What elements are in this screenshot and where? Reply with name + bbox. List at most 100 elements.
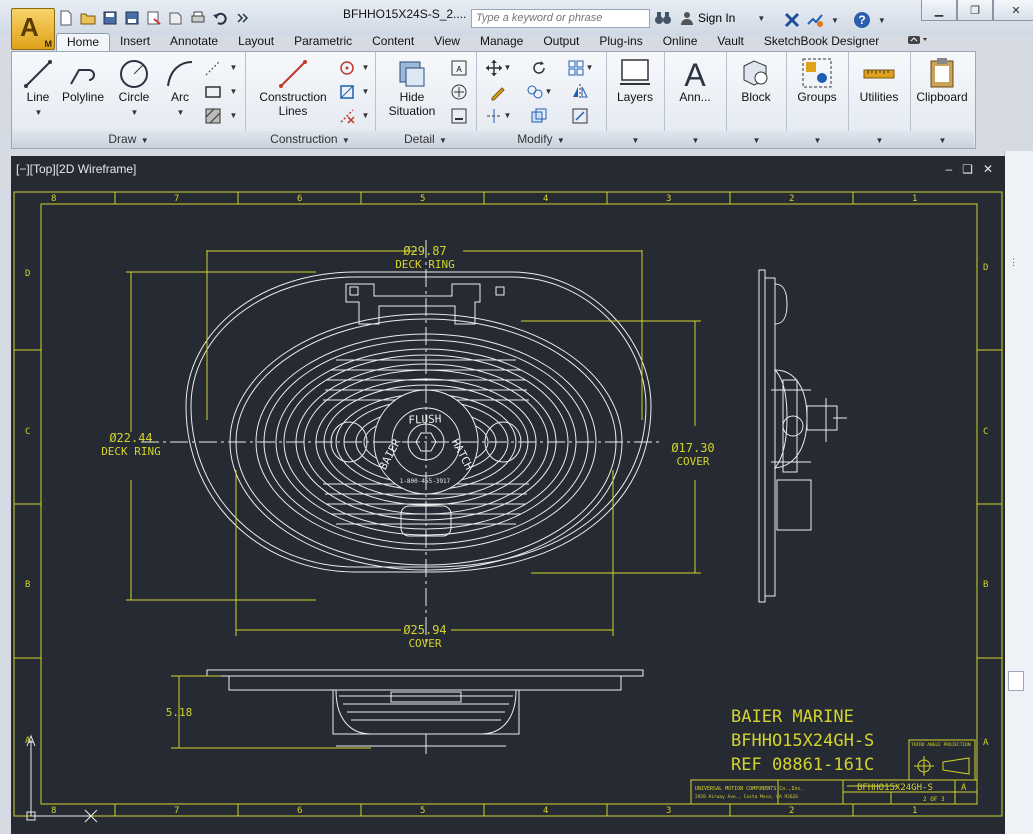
close-window-button[interactable]: ✕ <box>993 0 1033 21</box>
trim-icon[interactable]: ▼ <box>478 104 518 127</box>
copy-icon[interactable]: ▼ <box>519 80 559 103</box>
minimize-window-button[interactable]: ▁ <box>921 0 957 21</box>
line-tool-button[interactable]: Line ▼ <box>18 58 58 118</box>
viewport-controls-label[interactable]: [−][Top][2D Wireframe] <box>16 162 136 176</box>
move-icon[interactable]: ▼ <box>478 56 518 79</box>
publish-icon[interactable] <box>166 8 186 28</box>
tab-plug-ins[interactable]: Plug-ins <box>589 33 652 51</box>
rotate-icon[interactable] <box>519 56 559 79</box>
line-dropdown-icon[interactable]: ▼ <box>35 108 43 117</box>
detail-view-icon[interactable] <box>447 104 471 127</box>
annotation-button[interactable]: A Ann... <box>669 56 721 104</box>
arc-dropdown-icon[interactable]: ▼ <box>177 108 185 117</box>
circle-tool-button[interactable]: Circle ▼ <box>112 58 156 118</box>
groups-button[interactable]: Groups <box>791 56 843 104</box>
clipboard-panel-footer[interactable]: ▼ <box>910 131 974 148</box>
restore-window-button[interactable]: ❐ <box>957 0 993 21</box>
construction-panel-footer[interactable]: Construction ▼ <box>245 131 375 148</box>
erase-construction-icon[interactable] <box>335 104 359 127</box>
tab-home[interactable]: Home <box>56 33 111 52</box>
ribbon-minimize-toggle[interactable] <box>908 35 928 48</box>
application-menu-button[interactable]: A M <box>11 8 55 50</box>
viewport-close-button[interactable]: ✕ <box>983 162 993 176</box>
save-as-icon[interactable] <box>122 8 142 28</box>
construction-lines-button[interactable]: Construction Lines <box>255 58 331 118</box>
drawing-viewport[interactable]: [−][Top][2D Wireframe] – ❏ ✕ 8 7 6 5 4 3… <box>11 156 1005 834</box>
layers-panel-footer[interactable]: ▼ <box>606 131 664 148</box>
viewport-minimize-button[interactable]: – <box>945 162 952 176</box>
tab-content[interactable]: Content <box>362 33 424 51</box>
sign-in-dropdown-icon[interactable]: ▼ <box>757 14 765 23</box>
save-icon[interactable] <box>100 8 120 28</box>
viewport-restore-button[interactable]: ❏ <box>962 162 973 176</box>
app-logo-letter: A <box>20 12 39 42</box>
annotation-panel-footer[interactable]: ▼ <box>664 131 726 148</box>
copy-objects-icon[interactable] <box>519 104 559 127</box>
layers-button[interactable]: Layers <box>611 56 659 104</box>
binoculars-icon[interactable] <box>654 11 672 28</box>
center-mark-icon[interactable] <box>335 56 359 79</box>
construction-small-tools: ▼ ▼ ▼ <box>335 56 370 127</box>
rectangle-icon[interactable] <box>200 80 226 103</box>
tab-online[interactable]: Online <box>653 33 708 51</box>
centerline-dropdown-icon[interactable]: ▼ <box>361 80 370 103</box>
drawing-canvas[interactable]: 8 7 6 5 4 3 2 1 8 7 6 5 4 3 2 1 D C B A … <box>11 180 1005 834</box>
clipboard-panel: Clipboard ▼ <box>910 52 974 148</box>
utilities-button[interactable]: Utilities <box>853 56 905 104</box>
hatch-dropdown-icon[interactable]: ▼ <box>228 104 239 127</box>
block-panel-footer[interactable]: ▼ <box>726 131 786 148</box>
sign-in-button[interactable]: Sign In ▼ <box>680 11 765 25</box>
detail-panel-footer[interactable]: Detail ▼ <box>375 131 476 148</box>
hide-situation-label-2: Situation <box>388 104 436 118</box>
tab-insert[interactable]: Insert <box>110 33 160 51</box>
title-line-2: BFHHO15X24GH-S <box>731 731 874 751</box>
clipboard-button[interactable]: Clipboard <box>913 56 971 104</box>
erase-construction-dropdown-icon[interactable]: ▼ <box>361 104 370 127</box>
draw-panel-footer[interactable]: Draw ▼ <box>12 131 245 148</box>
tab-manage[interactable]: Manage <box>470 33 533 51</box>
centerline-icon[interactable] <box>335 80 359 103</box>
tab-vault[interactable]: Vault <box>707 33 753 51</box>
utilities-panel-footer[interactable]: ▼ <box>848 131 910 148</box>
circle-dropdown-icon[interactable]: ▼ <box>131 108 139 117</box>
search-box[interactable] <box>471 9 650 28</box>
tab-sketchbook-designer[interactable]: SketchBook Designer <box>754 33 889 51</box>
tab-annotate[interactable]: Annotate <box>160 33 228 51</box>
arc-tool-button[interactable]: Arc ▼ <box>160 58 200 118</box>
connect-dropdown-icon[interactable]: ▼ <box>831 16 839 25</box>
polyline-tool-button[interactable]: Polyline <box>60 58 106 104</box>
edit-icon[interactable] <box>478 80 518 103</box>
zone-bottom-4: 4 <box>543 806 548 816</box>
structure-icon[interactable] <box>447 80 471 103</box>
scroll-arrow-icon[interactable]: ⋮ <box>1009 257 1029 271</box>
undo-icon[interactable] <box>210 8 230 28</box>
modify-panel-footer[interactable]: Modify ▼ <box>476 131 606 148</box>
web-mobile-icon[interactable] <box>144 8 164 28</box>
construction-line-icon[interactable] <box>200 56 226 79</box>
tab-view[interactable]: View <box>424 33 470 51</box>
help-dropdown-icon[interactable]: ▼ <box>878 16 886 25</box>
tab-output[interactable]: Output <box>533 33 589 51</box>
hatch-icon[interactable] <box>200 104 226 127</box>
search-input[interactable] <box>472 10 650 26</box>
vertical-scrollbar-thumb[interactable] <box>1008 671 1024 691</box>
center-mark-dropdown-icon[interactable]: ▼ <box>361 56 370 79</box>
plot-icon[interactable] <box>188 8 208 28</box>
construction-line-dropdown-icon[interactable]: ▼ <box>228 56 239 79</box>
groups-panel-footer[interactable]: ▼ <box>786 131 848 148</box>
block-button[interactable]: Block <box>730 56 782 104</box>
mirror-icon[interactable] <box>560 80 600 103</box>
tab-parametric[interactable]: Parametric <box>284 33 362 51</box>
tab-layout[interactable]: Layout <box>228 33 284 51</box>
array-icon[interactable]: ▼ <box>560 56 600 79</box>
hide-situation-button[interactable]: Hide Situation <box>381 58 443 118</box>
new-file-icon[interactable] <box>56 8 76 28</box>
open-file-icon[interactable] <box>78 8 98 28</box>
help-icon[interactable]: ? <box>853 11 871 29</box>
rectangle-dropdown-icon[interactable]: ▼ <box>228 80 239 103</box>
exchange-icon[interactable] <box>784 12 800 28</box>
scale-annotation-icon[interactable]: A <box>447 56 471 79</box>
scale-icon[interactable] <box>560 104 600 127</box>
stay-connected-icon[interactable] <box>806 12 824 28</box>
redo-icon[interactable] <box>232 8 252 28</box>
